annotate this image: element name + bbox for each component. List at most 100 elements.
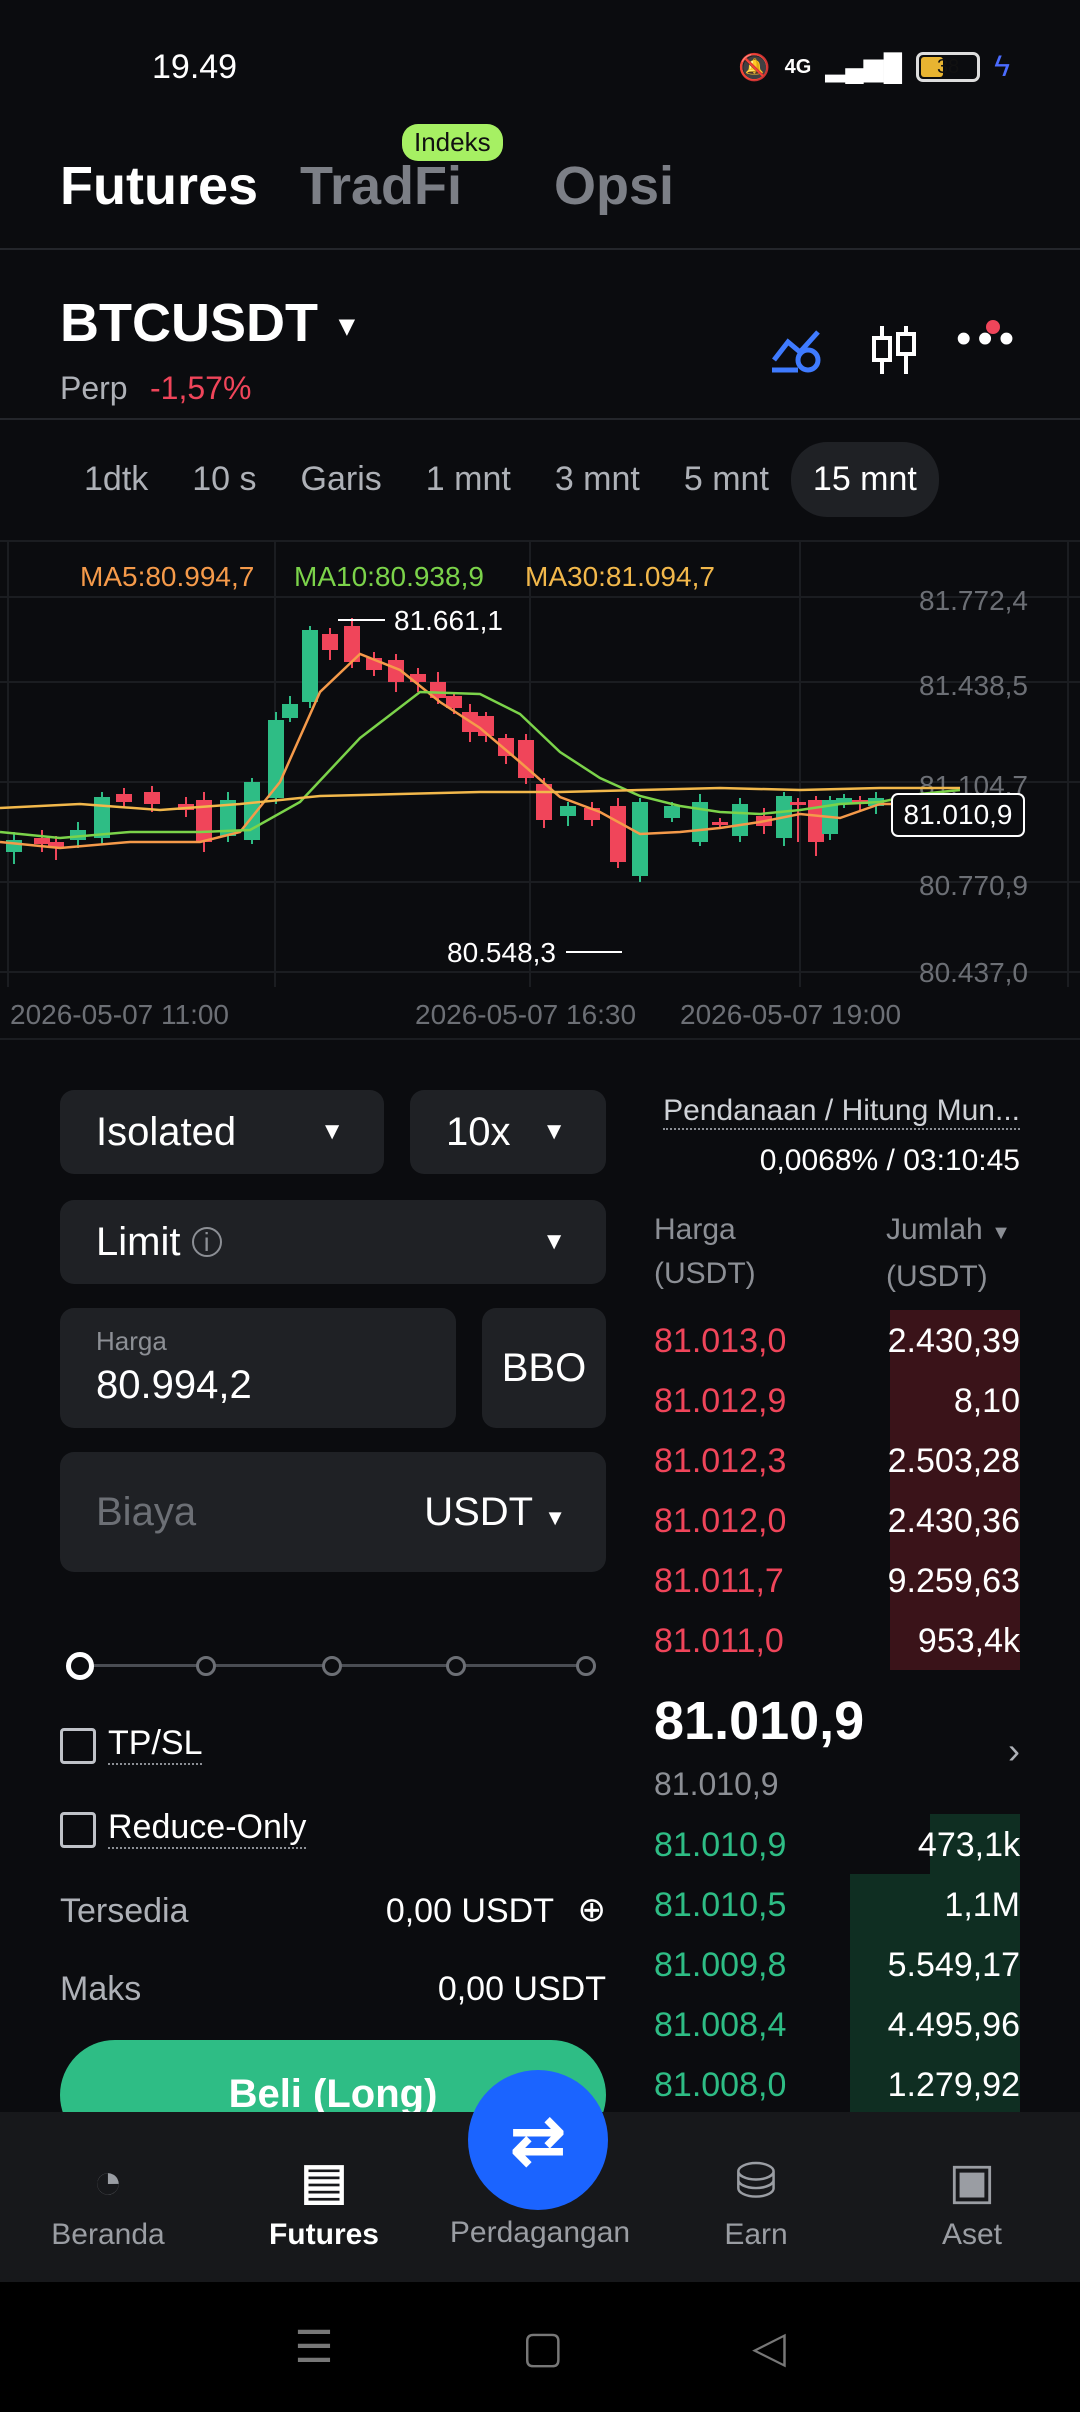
home-icon: ◔ (92, 2153, 124, 2209)
mark-price: 81.010,9 (654, 1766, 779, 1802)
system-nav: ☰ ▢ ◁ (0, 2282, 1080, 2412)
last-price-tag-label: 81.010,9 (904, 799, 1013, 830)
leverage-select[interactable]: 10x ▼ (410, 1090, 606, 1174)
ask-row[interactable]: 81.012,9 8,10 (654, 1370, 1020, 1430)
caret-down-icon: ▼ (542, 1228, 566, 1255)
battery-icon: 38 (916, 52, 981, 82)
y-tick-label: 81.772,4 (919, 585, 1028, 616)
candle-body (632, 802, 648, 876)
leverage-slider[interactable] (60, 1646, 606, 1686)
ask-row[interactable]: 81.011,0 953,4k (654, 1610, 1020, 1670)
bid-price: 81.010,5 (654, 1886, 787, 1924)
bid-row[interactable]: 81.010,5 1,1M (654, 1874, 1020, 1934)
bid-row[interactable]: 81.008,0 1.279,92 (654, 2054, 1020, 2114)
tab-tradfi[interactable]: TradFi (300, 155, 462, 217)
tradfi-badge: Indeks (402, 124, 503, 161)
funding-value: 0,0068% / 03:10:45 (759, 1144, 1020, 1177)
price-input[interactable]: Harga 80.994,2 (60, 1308, 456, 1428)
back-icon[interactable]: ◁ (752, 2322, 786, 2373)
x-tick-label: 2026-05-07 19:00 (680, 999, 901, 1030)
add-funds-icon[interactable]: ⊕ (578, 1890, 607, 1930)
interval-option[interactable]: 5 mnt (662, 442, 791, 517)
chevron-right-icon[interactable]: › (1008, 1730, 1020, 1772)
chevron-down-icon: ▼ (333, 310, 361, 342)
interval-option[interactable]: Garis (279, 442, 404, 517)
y-tick-label: 81.438,5 (919, 670, 1028, 701)
interval-option[interactable]: 15 mnt (790, 441, 939, 517)
chart-compare-icon[interactable] (770, 324, 826, 385)
nav-home[interactable]: ◔ Beranda (0, 2112, 216, 2282)
mute-icon: 🔕 (738, 51, 771, 82)
ask-qty: 9.259,63 (887, 1562, 1020, 1600)
candle-body (302, 630, 318, 702)
candle-body (34, 838, 50, 844)
ask-price: 81.013,0 (654, 1322, 787, 1360)
ask-price: 81.012,3 (654, 1442, 787, 1480)
wallet-icon: ▣ (948, 2153, 996, 2209)
ask-row[interactable]: 81.013,0 2.430,39 (654, 1310, 1020, 1370)
cost-unit-select[interactable]: USDT ▼ (424, 1490, 566, 1535)
margin-mode-select[interactable]: Isolated ▼ (60, 1090, 384, 1174)
x-tick-label: 2026-05-07 11:00 (10, 999, 229, 1030)
status-time: 19.49 (152, 48, 238, 86)
reduce-only-checkbox[interactable] (60, 1812, 96, 1848)
bbo-button[interactable]: BBO (482, 1308, 606, 1428)
bid-price: 81.010,9 (654, 1826, 787, 1864)
cost-placeholder: Biaya (96, 1489, 197, 1534)
menu-icon[interactable]: ☰ (294, 2322, 333, 2373)
nav-futures[interactable]: ▤ Futures (216, 2112, 432, 2282)
candlestick-icon[interactable] (868, 324, 918, 387)
order-type-select[interactable]: Limit i ▼ (60, 1200, 606, 1284)
candle-body (94, 797, 110, 838)
col-qty-header[interactable]: Jumlah ▼ (USDT) (886, 1208, 1011, 1299)
interval-option[interactable]: 3 mnt (533, 442, 662, 517)
bid-row[interactable]: 81.010,9 473,1k (654, 1814, 1020, 1874)
network-label: 4G (784, 55, 812, 78)
price-chart[interactable]: 81.772,4 81.438,5 81.104,7 80.770,9 80.437,0… (0, 540, 1080, 1040)
funding-label[interactable]: Pendanaan / Hitung Mun... (663, 1094, 1020, 1130)
interval-bar: 1dtk 10 s Garis 1 mnt 3 mnt 5 mnt 15 mnt (0, 420, 1080, 538)
tpsl-label: TP/SL (108, 1724, 203, 1765)
tab-futures[interactable]: Futures (60, 155, 258, 217)
ask-row[interactable]: 81.011,7 9.259,63 (654, 1550, 1020, 1610)
tpsl-checkbox[interactable] (60, 1728, 96, 1764)
price-label: Harga (96, 1326, 167, 1356)
ask-row[interactable]: 81.012,3 2.503,28 (654, 1430, 1020, 1490)
cost-input[interactable]: Biaya USDT ▼ (60, 1452, 606, 1572)
symbol-header: BTCUSDT ▼ Perp -1,57% ••• (0, 252, 1080, 420)
bid-qty: 1,1M (944, 1886, 1020, 1924)
interval-option[interactable]: 10 s (170, 442, 278, 517)
nav-earn[interactable]: ⛁ Earn (648, 2112, 864, 2282)
nav-assets[interactable]: ▣ Aset (864, 2112, 1080, 2282)
candle-body (790, 802, 806, 805)
symbol-selector[interactable]: BTCUSDT ▼ (60, 292, 361, 354)
max-label: Maks (60, 1970, 142, 2008)
max-value: 0,00 USDT (437, 1970, 606, 2008)
interval-option[interactable]: 1dtk (62, 442, 170, 517)
swap-icon[interactable]: ⇄ (468, 2070, 608, 2210)
info-icon[interactable]: i (191, 1227, 222, 1257)
tab-opsi[interactable]: Opsi (554, 155, 674, 217)
home-square-icon[interactable]: ▢ (522, 2322, 564, 2373)
charging-icon: ϟ (994, 50, 1010, 83)
earn-icon: ⛁ (735, 2153, 777, 2209)
bid-row[interactable]: 81.008,4 4.495,96 (654, 1994, 1020, 2054)
ask-row[interactable]: 81.012,0 2.430,36 (654, 1490, 1020, 1550)
ma30-legend: MA30:81.094,7 (525, 561, 715, 592)
signal-icon: ▂▄▆█ (825, 51, 903, 82)
ask-qty: 8,10 (953, 1382, 1020, 1420)
bid-qty: 5.549,17 (887, 1946, 1020, 1984)
futures-icon: ▤ (300, 2153, 348, 2209)
low-label: 80.548,3 (447, 937, 556, 968)
candle-body (610, 806, 626, 862)
slider-handle[interactable] (66, 1652, 94, 1680)
candle-body (116, 794, 132, 802)
interval-option[interactable]: 1 mnt (404, 442, 533, 517)
caret-down-icon: ▼ (544, 1504, 566, 1530)
bid-row[interactable]: 81.009,8 5.549,17 (654, 1934, 1020, 1994)
available-value: 0,00 USDT (385, 1892, 554, 1930)
candle-body (322, 634, 338, 650)
candle-body (732, 804, 748, 836)
contract-type: Perp (60, 370, 128, 406)
candle-body (712, 822, 728, 825)
